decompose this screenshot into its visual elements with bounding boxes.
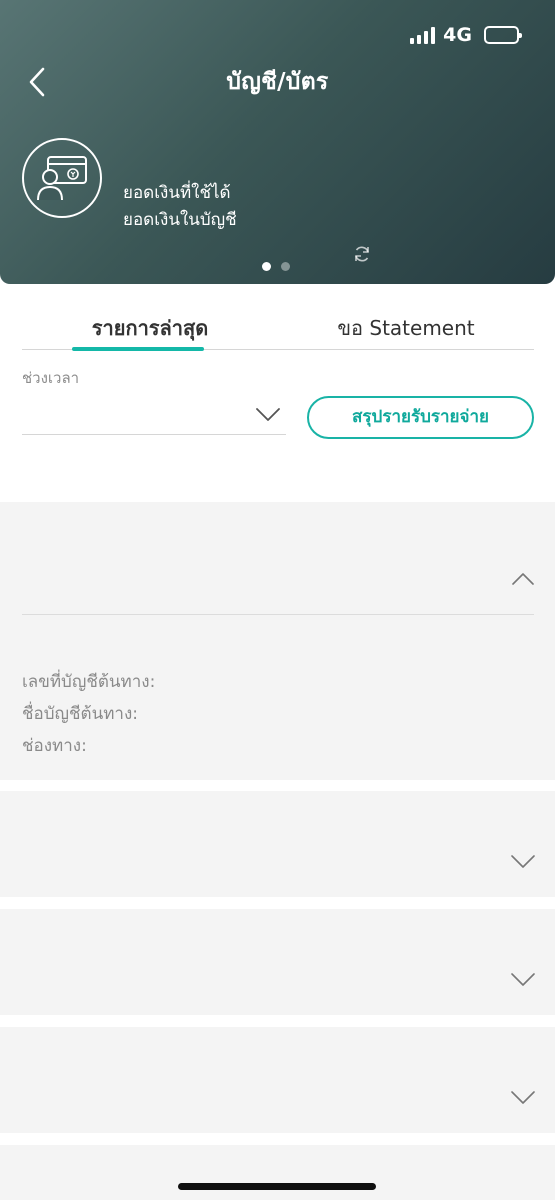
page-dot-2[interactable] [281, 262, 290, 271]
source-account-name-label: ชื่อบัญชีต้นทาง: [22, 704, 139, 724]
transaction-item-partial[interactable] [0, 1145, 555, 1200]
transaction-list: เลขที่บัญชีต้นทาง: ชื่อบัญชีต้นทาง: ช่อง… [0, 502, 555, 1200]
transaction-item-expanded[interactable]: เลขที่บัญชีต้นทาง: ชื่อบัญชีต้นทาง: ช่อง… [0, 502, 555, 780]
income-expense-summary-button[interactable]: สรุปรายรับรายจ่าย [307, 396, 534, 439]
chevron-up-icon[interactable] [512, 572, 534, 585]
transaction-item[interactable] [0, 909, 555, 1015]
page-title: บัญชี/บัตร [226, 69, 329, 95]
battery-icon [484, 26, 522, 44]
divider [22, 614, 534, 615]
available-balance-label: ยอดเงินที่ใช้ได้ [123, 183, 231, 203]
home-indicator[interactable] [178, 1183, 376, 1190]
status-bar: 4G [410, 24, 522, 46]
channel-label: ช่องทาง: [22, 736, 87, 756]
network-type: 4G [443, 24, 472, 46]
tab-request-statement[interactable]: ขอ Statement [278, 304, 534, 349]
transaction-details: เลขที่บัญชีต้นทาง: ชื่อบัญชีต้นทาง: ช่อง… [22, 666, 155, 762]
chevron-down-icon[interactable] [511, 973, 535, 987]
chevron-down-icon[interactable] [511, 855, 535, 869]
chevron-down-icon[interactable] [511, 1091, 535, 1105]
balance-labels: ยอดเงินที่ใช้ได้ ยอดเงินในบัญชี [123, 180, 237, 234]
refresh-icon[interactable] [352, 244, 372, 264]
source-account-number-label: เลขที่บัญชีต้นทาง: [22, 672, 156, 692]
transaction-item[interactable] [0, 1027, 555, 1133]
account-header: 4G บัญชี/บัตร ยอดเงินที่ใช้ได้ ยอดเงินใน… [0, 0, 555, 284]
tab-recent-transactions[interactable]: รายการล่าสุด [22, 304, 278, 351]
tab-bar: รายการล่าสุด ขอ Statement [22, 304, 534, 351]
period-label: ช่วงเวลา [22, 369, 80, 387]
account-balance-label: ยอดเงินในบัญชี [123, 210, 237, 230]
page-dot-1[interactable] [262, 262, 271, 271]
page-indicator [262, 262, 290, 271]
transaction-item[interactable] [0, 791, 555, 897]
signal-icon [410, 26, 436, 44]
period-dropdown[interactable] [22, 398, 286, 435]
account-card-icon [22, 138, 102, 218]
chevron-down-icon [256, 408, 280, 421]
